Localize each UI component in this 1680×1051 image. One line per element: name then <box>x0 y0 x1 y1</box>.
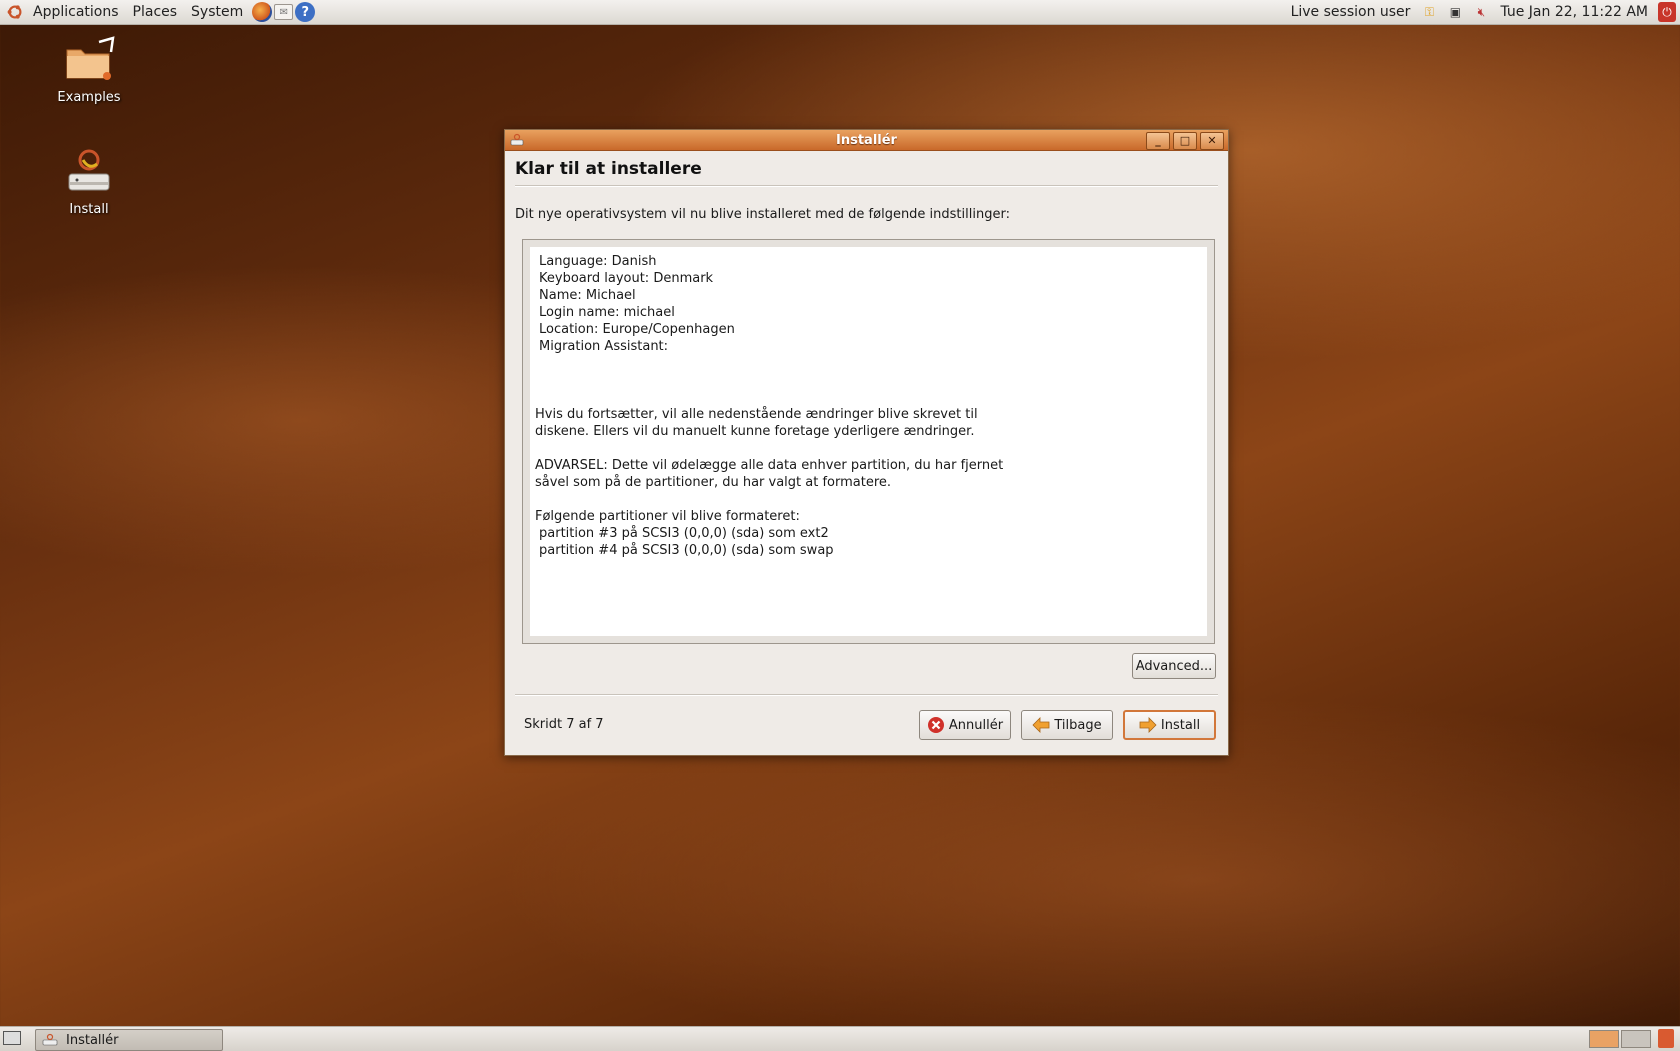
window-title: Installér <box>836 132 897 148</box>
desktop-icon-label: Examples <box>57 90 121 105</box>
setting-line: Migration Assistant: <box>539 339 669 354</box>
top-panel: Applications Places System ✉ ? Live sess… <box>0 0 1680 25</box>
summary-frame: Language: Danish Keyboard layout: Denmar… <box>522 239 1215 644</box>
bottom-panel: Installér <box>0 1026 1680 1051</box>
step-indicator: Skridt 7 af 7 <box>524 717 604 732</box>
installer-window: Installér _ □ ✕ Klar til at installere D… <box>504 129 1229 756</box>
taskbar-item-label: Installér <box>66 1032 119 1048</box>
desktop-icon-examples[interactable]: Examples <box>34 36 144 105</box>
folder-icon <box>61 36 117 84</box>
warning-line: ADVARSEL: Dette vil ødelægge alle data e… <box>535 458 1004 473</box>
installer-icon <box>61 148 117 196</box>
volume-muted-icon[interactable]: 🔇︎ <box>1472 4 1490 20</box>
places-menu[interactable]: Places <box>126 0 185 24</box>
taskbar-item-installer[interactable]: Installér <box>35 1029 223 1051</box>
workspace-2[interactable] <box>1621 1030 1651 1048</box>
installer-icon <box>510 133 524 146</box>
setting-line: Location: Europe/Copenhagen <box>539 322 735 337</box>
system-menu[interactable]: System <box>184 0 250 24</box>
summary-textview[interactable]: Language: Danish Keyboard layout: Denmar… <box>530 247 1207 636</box>
advanced-button-label: Advanced... <box>1135 658 1213 674</box>
intro-text: Dit nye operativsystem vil nu blive inst… <box>515 207 1010 222</box>
setting-line: Name: Michael <box>539 288 636 303</box>
clock[interactable]: Tue Jan 22, 11:22 AM <box>1494 4 1654 20</box>
page-title: Klar til at installere <box>515 159 702 179</box>
firefox-icon[interactable] <box>252 2 273 22</box>
notice-line: diskene. Ellers vil du manuelt kunne for… <box>535 424 975 439</box>
setting-line: Keyboard layout: Denmark <box>539 271 714 286</box>
partition-line: partition #4 på SCSI3 (0,0,0) (sda) som … <box>539 543 834 558</box>
setting-line: Language: Danish <box>539 254 657 269</box>
mail-icon[interactable]: ✉ <box>274 4 294 20</box>
divider <box>515 185 1218 187</box>
minimize-icon[interactable]: _ <box>1146 132 1170 150</box>
session-user-label[interactable]: Live session user <box>1285 4 1417 20</box>
desktop-icon-install[interactable]: Install <box>34 148 144 217</box>
back-button-label: Tilbage <box>1054 717 1102 733</box>
trash-icon[interactable] <box>1658 1029 1674 1048</box>
warning-line: såvel som på de partitioner, du har valg… <box>535 475 892 490</box>
installer-icon <box>42 1033 58 1046</box>
cancel-button[interactable]: Annullér <box>919 710 1011 740</box>
arrow-right-icon <box>1139 716 1157 734</box>
window-titlebar[interactable]: Installér _ □ ✕ <box>505 130 1228 151</box>
help-icon[interactable]: ? <box>295 2 316 22</box>
maximize-icon[interactable]: □ <box>1173 132 1197 150</box>
cancel-button-label: Annullér <box>948 717 1004 733</box>
close-icon[interactable]: ✕ <box>1200 132 1224 150</box>
desktop-icon-label: Install <box>69 202 109 217</box>
ubuntu-logo-icon[interactable] <box>6 3 24 21</box>
partitions-header: Følgende partitioner vil blive formatere… <box>535 509 800 524</box>
install-button[interactable]: Install <box>1123 710 1216 740</box>
power-icon[interactable]: ⏻ <box>1658 2 1676 22</box>
arrow-left-icon <box>1032 716 1050 734</box>
install-button-label: Install <box>1160 717 1201 733</box>
divider <box>515 694 1218 696</box>
applications-menu[interactable]: Applications <box>26 0 126 24</box>
notice-line: Hvis du fortsætter, vil alle nedenståend… <box>535 407 978 422</box>
advanced-button[interactable]: Advanced... <box>1132 653 1216 679</box>
cancel-icon <box>927 716 945 734</box>
workspace-1[interactable] <box>1589 1030 1619 1048</box>
partition-line: partition #3 på SCSI3 (0,0,0) (sda) som … <box>539 526 829 541</box>
network-icon[interactable]: ▣ <box>1446 4 1464 20</box>
show-desktop-icon[interactable] <box>3 1031 21 1045</box>
back-button[interactable]: Tilbage <box>1021 710 1113 740</box>
setting-line: Login name: michael <box>539 305 675 320</box>
keys-icon[interactable]: ⚿ <box>1420 4 1438 20</box>
